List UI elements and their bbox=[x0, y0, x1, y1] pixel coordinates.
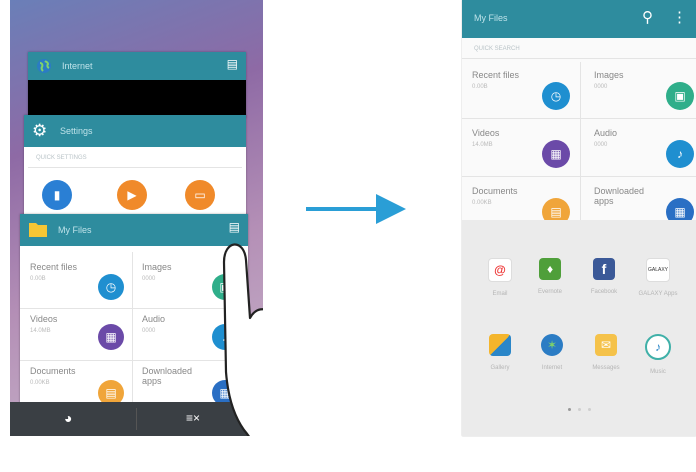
page-indicator bbox=[568, 408, 571, 411]
multiwindow-icon[interactable]: ▤ bbox=[227, 57, 238, 71]
gallery-icon bbox=[489, 334, 511, 356]
item-documents[interactable]: Documents bbox=[30, 366, 76, 376]
section-header: QUICK SETTINGS bbox=[36, 155, 87, 161]
item-videos[interactable]: Videos bbox=[30, 314, 57, 324]
card-title: Settings bbox=[60, 126, 93, 136]
clock-icon: ◷ bbox=[542, 82, 570, 110]
email-icon: @ bbox=[488, 258, 512, 282]
app-grid: @ Email ♦ Evernote f Facebook GALAXY GAL… bbox=[462, 220, 696, 436]
quick-setting-signal[interactable]: ▮ bbox=[42, 180, 72, 210]
left-screen: Internet ▤ ⚙ Settings QUICK SETTINGS ▮ ▶… bbox=[10, 0, 263, 436]
app-email[interactable]: @ Email bbox=[476, 258, 524, 298]
evernote-icon: ♦ bbox=[539, 258, 561, 280]
tapping-hand-icon bbox=[222, 243, 263, 436]
card-title: My Files bbox=[58, 225, 92, 235]
item-images[interactable]: Images bbox=[594, 70, 624, 80]
app-evernote[interactable]: ♦ Evernote bbox=[526, 258, 574, 296]
gear-icon: ⚙ bbox=[32, 121, 48, 140]
app-title: My Files bbox=[474, 13, 508, 23]
app-internet[interactable]: ✶ Internet bbox=[528, 334, 576, 372]
envelope-icon: ✉ bbox=[595, 334, 617, 356]
section-header: QUICK SEARCH bbox=[474, 46, 520, 52]
item-recent-files[interactable]: Recent files bbox=[472, 70, 519, 80]
app-messages[interactable]: ✉ Messages bbox=[582, 334, 630, 372]
film-icon: ▦ bbox=[98, 324, 124, 350]
app-galaxy-apps[interactable]: GALAXY GALAXY Apps bbox=[634, 258, 682, 298]
recent-app-internet-card[interactable]: Internet ▤ bbox=[28, 52, 246, 118]
globe-icon bbox=[36, 58, 52, 77]
item-videos[interactable]: Videos bbox=[472, 128, 499, 138]
app-gallery[interactable]: Gallery bbox=[476, 334, 524, 372]
page-indicator bbox=[578, 408, 581, 411]
transition-arrow-icon bbox=[306, 194, 406, 224]
music-note-icon: ♪ bbox=[645, 334, 671, 360]
item-audio[interactable]: Audio bbox=[594, 128, 617, 138]
galaxy-apps-icon: GALAXY bbox=[646, 258, 670, 282]
item-downloaded-apps[interactable]: Downloaded apps bbox=[142, 366, 202, 386]
folder-icon bbox=[28, 220, 48, 241]
item-recent-files[interactable]: Recent files bbox=[30, 262, 77, 272]
right-screen: My Files ⚲ ⋮ QUICK SEARCH Recent files 0… bbox=[462, 0, 696, 436]
film-icon: ▦ bbox=[542, 140, 570, 168]
close-all-icon[interactable]: ≡× bbox=[186, 411, 200, 425]
app-music[interactable]: ♪ Music bbox=[634, 334, 682, 376]
recent-app-settings-card[interactable]: ⚙ Settings QUICK SETTINGS ▮ ▶ ▭ bbox=[24, 115, 246, 225]
clock-icon: ◷ bbox=[98, 274, 124, 300]
quick-setting-sound[interactable]: ▶ bbox=[117, 180, 147, 210]
music-note-icon: ♪ bbox=[666, 140, 694, 168]
task-manager-icon[interactable]: ◕ bbox=[64, 410, 72, 426]
card-title: Internet bbox=[62, 61, 93, 71]
item-downloaded-apps[interactable]: Downloaded apps bbox=[594, 186, 654, 206]
app-facebook[interactable]: f Facebook bbox=[580, 258, 628, 296]
image-icon: ▣ bbox=[666, 82, 694, 110]
more-options-icon[interactable]: ⋮ bbox=[672, 8, 687, 26]
search-icon[interactable]: ⚲ bbox=[642, 8, 653, 26]
item-documents[interactable]: Documents bbox=[472, 186, 518, 196]
facebook-icon: f bbox=[593, 258, 615, 280]
quick-setting-rotate[interactable]: ▭ bbox=[185, 180, 215, 210]
page-indicator bbox=[588, 408, 591, 411]
myfiles-app-bar: My Files ⚲ ⋮ bbox=[462, 0, 696, 38]
globe-icon: ✶ bbox=[541, 334, 563, 356]
item-images[interactable]: Images bbox=[142, 262, 172, 272]
item-audio[interactable]: Audio bbox=[142, 314, 165, 324]
